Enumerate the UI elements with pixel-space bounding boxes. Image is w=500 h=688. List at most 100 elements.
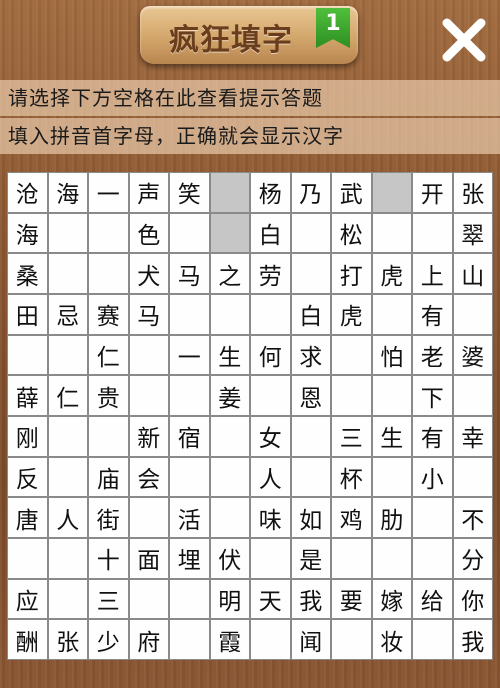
- grid-cell-empty[interactable]: [169, 375, 210, 416]
- grid-cell-filled[interactable]: 你: [452, 578, 493, 620]
- grid-cell-filled[interactable]: 少: [88, 619, 129, 660]
- grid-cell-filled[interactable]: 人: [47, 497, 88, 538]
- grid-cell-empty[interactable]: [209, 415, 250, 457]
- grid-cell-empty[interactable]: [331, 375, 372, 416]
- grid-cell-filled[interactable]: 府: [128, 619, 169, 660]
- grid-cell-filled[interactable]: 犬: [128, 253, 169, 294]
- grid-cell-empty[interactable]: [88, 415, 129, 457]
- grid-cell-empty[interactable]: [412, 619, 453, 660]
- grid-cell-empty[interactable]: [47, 415, 88, 457]
- grid-cell-filled[interactable]: 白: [290, 293, 331, 335]
- grid-cell-filled[interactable]: 应: [7, 578, 48, 620]
- grid-cell-filled[interactable]: 嫁: [371, 578, 412, 620]
- grid-cell-filled[interactable]: 味: [250, 497, 291, 538]
- grid-cell-filled[interactable]: 女: [250, 415, 291, 457]
- grid-cell-empty[interactable]: [169, 293, 210, 335]
- grid-cell-empty[interactable]: [88, 253, 129, 294]
- grid-cell-empty[interactable]: [250, 537, 291, 579]
- close-x-icon[interactable]: [438, 14, 490, 66]
- grid-cell-filled[interactable]: 仁: [88, 334, 129, 376]
- grid-cell-filled[interactable]: 桑: [7, 253, 48, 294]
- grid-cell-empty[interactable]: [290, 456, 331, 498]
- grid-cell-empty[interactable]: [47, 334, 88, 376]
- grid-cell-filled[interactable]: 唐: [7, 497, 48, 538]
- grid-cell-filled[interactable]: 张: [452, 172, 493, 213]
- grid-cell-empty[interactable]: [331, 537, 372, 579]
- grid-cell-filled[interactable]: 埋: [169, 537, 210, 579]
- grid-cell-filled[interactable]: 山: [452, 253, 493, 294]
- grid-cell-filled[interactable]: 鸡: [331, 497, 372, 538]
- grid-cell-filled[interactable]: 有: [412, 293, 453, 335]
- grid-cell-empty[interactable]: [128, 497, 169, 538]
- grid-cell-empty[interactable]: [128, 578, 169, 620]
- grid-cell-filled[interactable]: 色: [128, 212, 169, 254]
- grid-cell-filled[interactable]: 小: [412, 456, 453, 498]
- grid-cell-filled[interactable]: 松: [331, 212, 372, 254]
- grid-cell-empty[interactable]: [371, 293, 412, 335]
- grid-cell-filled[interactable]: 下: [412, 375, 453, 416]
- grid-cell-filled[interactable]: 肋: [371, 497, 412, 538]
- grid-cell-filled[interactable]: 薛: [7, 375, 48, 416]
- grid-cell-filled[interactable]: 声: [128, 172, 169, 213]
- grid-cell-filled[interactable]: 仁: [47, 375, 88, 416]
- grid-cell-filled[interactable]: 反: [7, 456, 48, 498]
- grid-cell-filled[interactable]: 不: [452, 497, 493, 538]
- grid-cell-filled[interactable]: 笑: [169, 172, 210, 213]
- grid-cell-empty[interactable]: [169, 212, 210, 254]
- grid-cell-empty[interactable]: [209, 293, 250, 335]
- grid-cell-filled[interactable]: 闻: [290, 619, 331, 660]
- grid-cell-filled[interactable]: 何: [250, 334, 291, 376]
- grid-cell-filled[interactable]: 忌: [47, 293, 88, 335]
- grid-cell-empty[interactable]: [47, 578, 88, 620]
- grid-cell-filled[interactable]: 天: [250, 578, 291, 620]
- grid-cell-filled[interactable]: 一: [88, 172, 129, 213]
- grid-cell-empty[interactable]: [290, 253, 331, 294]
- grid-cell-filled[interactable]: 求: [290, 334, 331, 376]
- grid-cell-empty[interactable]: [169, 619, 210, 660]
- grid-cell-filled[interactable]: 如: [290, 497, 331, 538]
- grid-cell-filled[interactable]: 姜: [209, 375, 250, 416]
- grid-cell-filled[interactable]: 白: [250, 212, 291, 254]
- grid-cell-filled[interactable]: 一: [169, 334, 210, 376]
- grid-cell-empty[interactable]: [290, 212, 331, 254]
- grid-cell-filled[interactable]: 面: [128, 537, 169, 579]
- grid-cell-filled[interactable]: 有: [412, 415, 453, 457]
- grid-cell-empty[interactable]: [128, 334, 169, 376]
- grid-cell-filled[interactable]: 贵: [88, 375, 129, 416]
- grid-cell-empty[interactable]: [371, 375, 412, 416]
- grid-cell-empty[interactable]: [169, 456, 210, 498]
- grid-cell-filled[interactable]: 生: [209, 334, 250, 376]
- grid-cell-empty[interactable]: [250, 619, 291, 660]
- grid-cell-empty[interactable]: [371, 212, 412, 254]
- grid-cell-filled[interactable]: 给: [412, 578, 453, 620]
- grid-cell-filled[interactable]: 打: [331, 253, 372, 294]
- grid-cell-filled[interactable]: 沧: [7, 172, 48, 213]
- grid-cell-filled[interactable]: 翠: [452, 212, 493, 254]
- grid-cell-empty[interactable]: [209, 497, 250, 538]
- grid-cell-filled[interactable]: 酬: [7, 619, 48, 660]
- grid-cell-filled[interactable]: 我: [452, 619, 493, 660]
- grid-cell-empty[interactable]: [290, 415, 331, 457]
- grid-cell-filled[interactable]: 赛: [88, 293, 129, 335]
- grid-cell-filled[interactable]: 要: [331, 578, 372, 620]
- grid-cell-filled[interactable]: 庙: [88, 456, 129, 498]
- grid-cell-filled[interactable]: 之: [209, 253, 250, 294]
- grid-cell-filled[interactable]: 海: [7, 212, 48, 254]
- grid-cell-empty[interactable]: [452, 375, 493, 416]
- grid-cell-filled[interactable]: 我: [290, 578, 331, 620]
- grid-cell-filled[interactable]: 明: [209, 578, 250, 620]
- grid-cell-filled[interactable]: 新: [128, 415, 169, 457]
- grid-cell-empty[interactable]: [371, 456, 412, 498]
- grid-cell-empty[interactable]: [7, 537, 48, 579]
- grid-cell-empty[interactable]: [88, 212, 129, 254]
- grid-cell-filled[interactable]: 杯: [331, 456, 372, 498]
- grid-cell-filled[interactable]: 分: [452, 537, 493, 579]
- grid-cell-filled[interactable]: 海: [47, 172, 88, 213]
- grid-cell-empty[interactable]: [250, 375, 291, 416]
- grid-cell-empty[interactable]: [47, 212, 88, 254]
- grid-cell-filled[interactable]: 劳: [250, 253, 291, 294]
- grid-cell-filled[interactable]: 乃: [290, 172, 331, 213]
- grid-cell-filled[interactable]: 杨: [250, 172, 291, 213]
- grid-cell-empty[interactable]: [412, 497, 453, 538]
- grid-cell-filled[interactable]: 田: [7, 293, 48, 335]
